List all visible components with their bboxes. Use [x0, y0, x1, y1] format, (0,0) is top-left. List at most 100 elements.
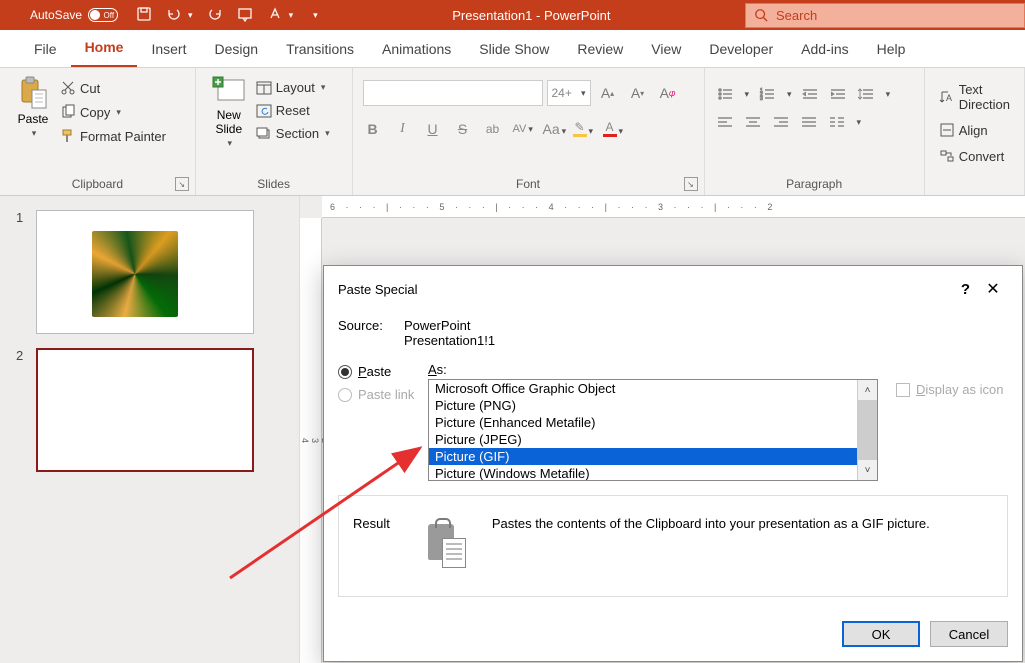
tab-design[interactable]: Design: [200, 31, 272, 67]
format-painter-button[interactable]: Format Painter: [56, 126, 170, 146]
search-input[interactable]: [776, 8, 1016, 23]
font-family-select[interactable]: [363, 80, 543, 106]
source-line2: Presentation1!1: [404, 333, 495, 348]
line-spacing-button[interactable]: [856, 84, 876, 104]
search-box[interactable]: [745, 3, 1025, 28]
scroll-down-icon[interactable]: ˅: [858, 460, 877, 480]
increase-indent-button[interactable]: [828, 84, 848, 104]
decrease-indent-button[interactable]: [800, 84, 820, 104]
font-color-icon[interactable]: [267, 6, 283, 25]
columns-button[interactable]: [827, 112, 847, 132]
convert-button[interactable]: Convert: [935, 146, 1014, 166]
font-size-value: 24+: [552, 86, 572, 100]
copy-button[interactable]: Copy▾: [56, 102, 170, 122]
chevron-down-icon: ▾: [116, 107, 121, 118]
from-beginning-icon[interactable]: [237, 6, 253, 25]
shadow-button[interactable]: ab: [483, 122, 503, 136]
bold-button[interactable]: B: [363, 121, 383, 137]
display-as-icon-label: Display as icon: [916, 382, 1003, 397]
bullets-button[interactable]: [715, 84, 735, 104]
tab-transitions[interactable]: Transitions: [272, 31, 368, 67]
tab-review[interactable]: Review: [563, 31, 637, 67]
cancel-button[interactable]: Cancel: [930, 621, 1008, 647]
font-color-button[interactable]: A▾: [603, 120, 623, 137]
list-item[interactable]: Picture (JPEG): [429, 431, 877, 448]
tab-slide-show[interactable]: Slide Show: [465, 31, 563, 67]
vertical-ruler: 4 3 2: [300, 218, 322, 663]
tab-home[interactable]: Home: [71, 29, 138, 67]
font-color-dropdown[interactable]: ▾: [289, 10, 294, 21]
source-label: Source:: [338, 318, 388, 348]
list-item[interactable]: Picture (Windows Metafile): [429, 465, 877, 481]
horizontal-ruler: 6 · · · | · · · 5 · · · | · · · 4 · · · …: [322, 196, 1025, 218]
clipboard-page-icon: [428, 524, 468, 572]
increase-font-button[interactable]: A▴: [595, 80, 621, 106]
group-label-font: Font: [353, 177, 704, 191]
thumb-slide-1[interactable]: [36, 210, 254, 334]
underline-button[interactable]: U: [423, 121, 443, 137]
change-case-button[interactable]: Aa▾: [543, 121, 563, 137]
tab-insert[interactable]: Insert: [137, 31, 200, 67]
thumb-1[interactable]: 1: [0, 210, 299, 348]
copy-icon: [60, 104, 76, 120]
dialog-launcher-clipboard[interactable]: ↘: [175, 177, 189, 191]
italic-button[interactable]: I: [393, 121, 413, 137]
close-button[interactable]: ✕: [978, 274, 1008, 304]
paste-radio[interactable]: Paste: [338, 364, 418, 379]
tab-developer[interactable]: Developer: [695, 31, 787, 67]
tab-help[interactable]: Help: [863, 31, 920, 67]
dialog-launcher-font[interactable]: ↘: [684, 177, 698, 191]
save-icon[interactable]: [136, 6, 152, 25]
tab-file[interactable]: File: [20, 31, 71, 67]
scroll-track[interactable]: [858, 400, 877, 460]
section-button[interactable]: Section▾: [252, 124, 334, 143]
thumb-2[interactable]: 2: [0, 348, 299, 486]
dialog-titlebar[interactable]: Paste Special ? ✕: [324, 266, 1022, 312]
chevron-down-icon: ▾: [321, 82, 326, 93]
chevron-down-icon: ▾: [325, 128, 330, 139]
ok-button[interactable]: OK: [842, 621, 920, 647]
list-item[interactable]: Picture (Enhanced Metafile): [429, 414, 877, 431]
justify-button[interactable]: [799, 112, 819, 132]
paste-icon: [18, 76, 48, 110]
undo-dropdown[interactable]: ▾: [188, 10, 193, 21]
numbering-button[interactable]: 123: [757, 84, 777, 104]
undo-icon[interactable]: [166, 6, 182, 25]
help-button[interactable]: ?: [961, 281, 970, 298]
layout-label: Layout: [276, 80, 315, 95]
scroll-up-icon[interactable]: ˄: [858, 380, 877, 400]
text-direction-button[interactable]: AText Direction: [935, 80, 1014, 114]
new-slide-button[interactable]: New Slide ▾: [206, 74, 252, 151]
align-right-button[interactable]: [771, 112, 791, 132]
format-list[interactable]: Microsoft Office Graphic Object Picture …: [428, 379, 878, 481]
layout-button[interactable]: Layout ▾: [252, 78, 334, 97]
list-item-selected[interactable]: Picture (GIF): [429, 448, 877, 465]
align-text-button[interactable]: Align: [935, 120, 1014, 140]
autosave-toggle[interactable]: AutoSave Off: [30, 8, 118, 22]
section-icon: [256, 127, 272, 141]
list-item[interactable]: Microsoft Office Graphic Object: [429, 380, 877, 397]
paste-button[interactable]: Paste ▾: [10, 74, 56, 146]
reset-button[interactable]: Reset: [252, 101, 334, 120]
char-spacing-button[interactable]: AV▾: [513, 123, 533, 135]
align-left-button[interactable]: [715, 112, 735, 132]
thumb-number: 2: [16, 348, 26, 363]
chevron-down-icon: ▾: [619, 126, 624, 137]
highlight-button[interactable]: ✎▾: [573, 120, 593, 137]
list-item[interactable]: Picture (PNG): [429, 397, 877, 414]
redo-icon[interactable]: [207, 6, 223, 25]
brush-icon: [60, 128, 76, 144]
align-center-button[interactable]: [743, 112, 763, 132]
text-direction-label: Text Direction: [959, 82, 1010, 112]
decrease-font-button[interactable]: A▾: [625, 80, 651, 106]
cut-button[interactable]: Cut: [56, 78, 170, 98]
clear-format-button[interactable]: A𝜑: [655, 80, 681, 106]
tab-add-ins[interactable]: Add-ins: [787, 31, 862, 67]
strike-button[interactable]: S: [453, 121, 473, 137]
font-size-select[interactable]: 24+▾: [547, 80, 591, 106]
slide-thumbnails[interactable]: 1 2: [0, 196, 300, 663]
thumb-slide-2[interactable]: [36, 348, 254, 472]
scrollbar[interactable]: ˄ ˅: [857, 380, 877, 480]
tab-view[interactable]: View: [637, 31, 695, 67]
tab-animations[interactable]: Animations: [368, 31, 465, 67]
